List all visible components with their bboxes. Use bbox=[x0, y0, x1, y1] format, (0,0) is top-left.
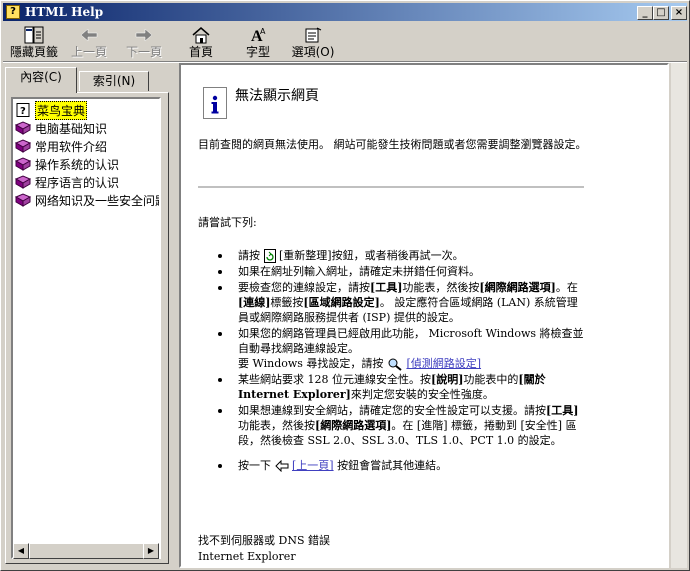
list-item: 如果您的網路管理員已經啟用此功能， Microsoft Windows 將檢查並… bbox=[208, 326, 588, 371]
hide-tabs-icon bbox=[7, 25, 61, 45]
font-icon: AA bbox=[243, 25, 273, 45]
magnifier-icon bbox=[388, 358, 402, 371]
scroll-right-arrow-icon[interactable]: ▶ bbox=[143, 543, 159, 559]
list-item: 某些網站要求 128 位元連線安全性。按[說明]功能表中的[關於 Interne… bbox=[208, 372, 588, 402]
tree-item-help[interactable]: ? 菜鸟宝典 bbox=[15, 100, 88, 120]
window-title: HTML Help bbox=[25, 5, 104, 19]
help-app-icon[interactable]: ? bbox=[6, 5, 20, 19]
contents-tree[interactable]: ? 菜鸟宝典 电脑基础知识 常用软件介绍 操作系统的认识 程序语言的认识 网络知… bbox=[11, 97, 161, 559]
tree-item-book[interactable]: 电脑基础知识 bbox=[15, 119, 107, 137]
list-item: 要檢查您的連線設定，請按[工具]功能表，然後按[網際網路選項]。在[連線]標籤按… bbox=[208, 280, 588, 325]
hide-tabs-button[interactable]: 隱藏頁籤 bbox=[7, 25, 61, 61]
page-title: 無法顯示網頁 bbox=[235, 88, 319, 104]
back-arrow-icon bbox=[69, 25, 109, 45]
horizontal-rule bbox=[198, 186, 584, 188]
home-label: 首頁 bbox=[188, 45, 213, 59]
list-item: 請按 [重新整理]按鈕，或者稍後再試一次。 bbox=[208, 248, 588, 263]
topic-pane: 無法顯示網頁 目前查閱的網頁無法使用。 網站可能發生技術問題或者您需要調整瀏覽器… bbox=[179, 63, 669, 568]
suggestion-list: 請按 [重新整理]按鈕，或者稍後再試一次。 如果在網址列輸入網址，請確定未拼錯任… bbox=[208, 248, 588, 474]
intro-text: 目前查閱的網頁無法使用。 網站可能發生技術問題或者您需要調整瀏覽器設定。 bbox=[198, 138, 587, 151]
browser-name-text: Internet Explorer bbox=[198, 550, 296, 563]
back-arrow-icon bbox=[274, 460, 288, 472]
tab-contents[interactable]: 內容(C) bbox=[5, 67, 77, 93]
options-label: 選項(O) bbox=[291, 45, 335, 59]
topic-vertical-scrollbar[interactable] bbox=[671, 63, 687, 568]
detect-settings-link[interactable]: [偵測網路設定] bbox=[406, 357, 481, 370]
tree-item-book[interactable]: 程序语言的认识 bbox=[15, 173, 119, 191]
book-icon bbox=[15, 175, 31, 189]
book-icon bbox=[15, 193, 31, 207]
pane-splitter[interactable] bbox=[172, 61, 178, 571]
hide-tabs-label: 隱藏頁籤 bbox=[9, 45, 58, 59]
list-item: 如果在網址列輸入網址，請確定未拼錯任何資料。 bbox=[208, 264, 588, 279]
book-icon bbox=[15, 139, 31, 153]
options-icon bbox=[291, 25, 335, 45]
close-button[interactable]: × bbox=[671, 6, 687, 20]
options-button[interactable]: 選項(O) bbox=[291, 25, 335, 61]
toolbar: 隱藏頁籤 上一頁 下一頁 首頁 AA 字型 選項(O) bbox=[3, 23, 687, 61]
forward-label: 下一頁 bbox=[125, 45, 162, 59]
book-icon bbox=[15, 157, 31, 171]
error-page: 無法顯示網頁 目前查閱的網頁無法使用。 網站可能發生技術問題或者您需要調整瀏覽器… bbox=[181, 65, 667, 566]
tab-index[interactable]: 索引(N) bbox=[79, 71, 149, 91]
tree-horizontal-scrollbar[interactable]: ◀ ▶ bbox=[13, 543, 159, 559]
home-button[interactable]: 首頁 bbox=[186, 25, 216, 61]
list-item: 如果想連線到安全網站，請確定您的安全性設定可以支援。請按[工具]功能表，然後按[… bbox=[208, 403, 588, 448]
help-page-icon: ? bbox=[16, 103, 30, 117]
info-icon bbox=[203, 87, 227, 119]
tree-item-book[interactable]: 网络知识及一些安全问题 bbox=[15, 191, 159, 209]
minimize-button[interactable]: _ bbox=[637, 6, 653, 20]
forward-button[interactable]: 下一頁 bbox=[124, 25, 164, 61]
font-label: 字型 bbox=[245, 45, 270, 59]
tree-item-book[interactable]: 常用软件介绍 bbox=[15, 137, 107, 155]
refresh-icon bbox=[263, 249, 276, 263]
scroll-thumb[interactable] bbox=[29, 543, 149, 559]
svg-text:A: A bbox=[260, 27, 266, 36]
font-button[interactable]: AA 字型 bbox=[243, 25, 273, 61]
maximize-button[interactable]: □ bbox=[653, 6, 669, 20]
back-label: 上一頁 bbox=[70, 45, 107, 59]
home-icon bbox=[186, 25, 216, 45]
forward-arrow-icon bbox=[124, 25, 164, 45]
list-item: 按一下 [上一頁] 按鈕會嘗試其他連結。 bbox=[208, 458, 588, 473]
scroll-left-arrow-icon[interactable]: ◀ bbox=[13, 543, 29, 559]
help-window: ? HTML Help _ □ × 隱藏頁籤 上一頁 下一頁 首頁 A A 字型… bbox=[0, 0, 690, 571]
back-link[interactable]: [上一頁] bbox=[292, 459, 334, 472]
book-icon bbox=[15, 121, 31, 135]
error-type-text: 找不到伺服器或 DNS 錯誤 bbox=[198, 534, 330, 547]
back-button[interactable]: 上一頁 bbox=[69, 25, 109, 61]
tree-item-book[interactable]: 操作系统的认识 bbox=[15, 155, 119, 173]
title-bar[interactable]: ? HTML Help _ □ × bbox=[3, 3, 687, 21]
svg-text:?: ? bbox=[20, 106, 26, 117]
try-heading: 請嘗試下列: bbox=[198, 216, 257, 229]
